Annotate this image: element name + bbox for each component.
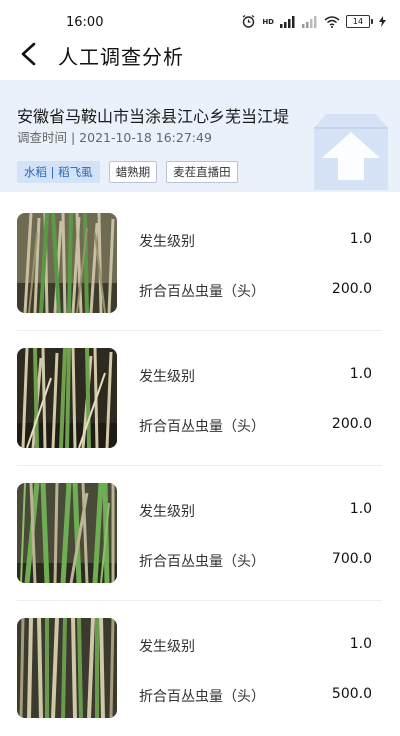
survey-header-card: 安徽省马鞍山市当涂县江心乡芜当江堤 调查时间 | 2021-10-18 16:2… — [0, 80, 400, 192]
level-value: 1.0 — [349, 366, 372, 382]
rice-photo[interactable] — [17, 348, 117, 448]
field-type-tag: 麦茬直播田 — [166, 161, 238, 183]
level-value: 1.0 — [349, 501, 372, 517]
location-title: 安徽省马鞍山市当涂县江心乡芜当江堤 — [17, 107, 290, 126]
count-label: 折合百丛虫量（头） — [139, 554, 265, 570]
alarm-icon — [242, 14, 255, 28]
count-label: 折合百丛虫量（头） — [139, 284, 265, 300]
status-icons: HD 14 — [241, 14, 386, 29]
upload-box-icon — [314, 114, 388, 190]
count-label: 折合百丛虫量（头） — [139, 419, 265, 435]
rice-photo[interactable] — [17, 213, 117, 313]
count-value: 500.0 — [331, 686, 372, 702]
level-label: 发生级别 — [139, 369, 195, 385]
record-item[interactable]: 发生级别 1.0 折合百丛虫量（头） 500.0 — [0, 601, 400, 736]
status-time: 16:00 — [66, 15, 104, 30]
survey-time: 调查时间 | 2021-10-18 16:27:49 — [17, 130, 212, 145]
record-list: 发生级别 1.0 折合百丛虫量（头） 200.0 发生级别 1.0 折合百丛虫量… — [0, 196, 400, 736]
level-label: 发生级别 — [139, 234, 195, 250]
page-title: 人工调查分析 — [58, 45, 184, 69]
count-value: 200.0 — [331, 416, 372, 432]
tag-list: 水稻 | 稻飞虱 蜡熟期 麦茬直播田 — [17, 161, 238, 183]
level-label: 发生级别 — [139, 504, 195, 520]
battery-icon: 14 — [346, 15, 373, 28]
record-item[interactable]: 发生级别 1.0 折合百丛虫量（头） 200.0 — [0, 331, 400, 466]
crop-pest-tag: 水稻 | 稻飞虱 — [17, 161, 100, 183]
hd-badge: HD — [262, 17, 274, 26]
nav-bar: 人工调查分析 — [0, 30, 400, 78]
record-item[interactable]: 发生级别 1.0 折合百丛虫量（头） 700.0 — [0, 466, 400, 601]
signal-icon — [280, 15, 295, 28]
record-item[interactable]: 发生级别 1.0 折合百丛虫量（头） 200.0 — [0, 196, 400, 331]
battery-level: 14 — [346, 15, 370, 28]
growth-stage-tag: 蜡熟期 — [108, 161, 158, 183]
wifi-icon — [324, 15, 340, 28]
level-label: 发生级别 — [139, 639, 195, 655]
level-value: 1.0 — [349, 231, 372, 247]
count-value: 200.0 — [331, 281, 372, 297]
level-value: 1.0 — [349, 636, 372, 652]
back-button[interactable] — [12, 38, 44, 70]
count-label: 折合百丛虫量（头） — [139, 689, 265, 705]
count-value: 700.0 — [331, 551, 372, 567]
rice-photo[interactable] — [17, 483, 117, 583]
signal-weak-icon — [302, 15, 317, 28]
charging-icon — [379, 16, 386, 27]
chevron-left-icon — [21, 42, 36, 66]
rice-photo[interactable] — [17, 618, 117, 718]
